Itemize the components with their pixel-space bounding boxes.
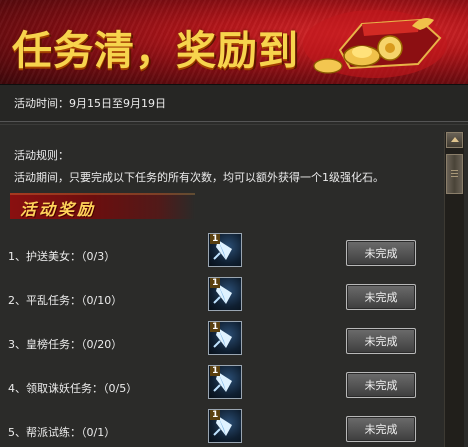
task-label: 2、平乱任务：（0/10） bbox=[8, 294, 123, 307]
enhancement-stone-icon[interactable]: 1 bbox=[208, 365, 242, 399]
task-status-button[interactable]: 未完成 bbox=[346, 328, 416, 354]
rules-title: 活动规则： bbox=[14, 149, 69, 162]
task-row: 2、平乱任务：（0/10） 1 未完成 bbox=[0, 277, 432, 325]
task-status-button[interactable]: 未完成 bbox=[346, 240, 416, 266]
content-panel: 活动规则： 活动期间，只要完成以下任务的所有次数，均可以额外获得一个1级强化石。… bbox=[0, 124, 468, 447]
scrollbar-thumb[interactable] bbox=[446, 154, 463, 194]
treasure-chest-icon bbox=[303, 10, 447, 78]
task-label: 3、皇榜任务：（0/20） bbox=[8, 338, 123, 351]
activity-time-bar: 活动时间：9月15日至9月19日 bbox=[0, 84, 468, 122]
event-banner: 任务清，奖励到 bbox=[0, 0, 468, 84]
rules-text: 活动期间，只要完成以下任务的所有次数，均可以额外获得一个1级强化石。 bbox=[14, 171, 384, 184]
enhancement-stone-icon[interactable]: 1 bbox=[208, 277, 242, 311]
task-label: 5、帮派试练：（0/1） bbox=[8, 426, 116, 439]
task-label: 4、领取诛妖任务：（0/5） bbox=[8, 382, 138, 395]
enhancement-stone-icon[interactable]: 1 bbox=[208, 321, 242, 355]
task-label: 1、护送美女：（0/3） bbox=[8, 250, 116, 263]
task-row: 4、领取诛妖任务：（0/5） 1 未完成 bbox=[0, 365, 432, 413]
reward-count: 1 bbox=[210, 234, 221, 244]
vertical-scrollbar[interactable] bbox=[444, 132, 464, 447]
reward-count: 1 bbox=[210, 278, 221, 288]
task-status-button[interactable]: 未完成 bbox=[346, 416, 416, 442]
reward-count: 1 bbox=[210, 322, 221, 332]
banner-title: 任务清，奖励到 bbox=[12, 28, 299, 74]
arrow-up-icon[interactable] bbox=[446, 132, 463, 148]
rewards-section-title: 活动奖励 bbox=[20, 200, 97, 219]
task-status-button[interactable]: 未完成 bbox=[346, 284, 416, 310]
event-window: 任务清，奖励到 活动时间：9月15日至9月19日 活动规则： 活动期间，只要完成… bbox=[0, 0, 468, 447]
task-row: 5、帮派试练：（0/1） 1 未完成 bbox=[0, 409, 432, 447]
reward-count: 1 bbox=[210, 410, 221, 420]
enhancement-stone-icon[interactable]: 1 bbox=[208, 233, 242, 267]
task-status-button[interactable]: 未完成 bbox=[346, 372, 416, 398]
task-row: 1、护送美女：（0/3） 1 未完成 bbox=[0, 233, 432, 281]
reward-count: 1 bbox=[210, 366, 221, 376]
enhancement-stone-icon[interactable]: 1 bbox=[208, 409, 242, 443]
task-row: 3、皇榜任务：（0/20） 1 未完成 bbox=[0, 321, 432, 369]
activity-time: 活动时间：9月15日至9月19日 bbox=[14, 97, 166, 110]
